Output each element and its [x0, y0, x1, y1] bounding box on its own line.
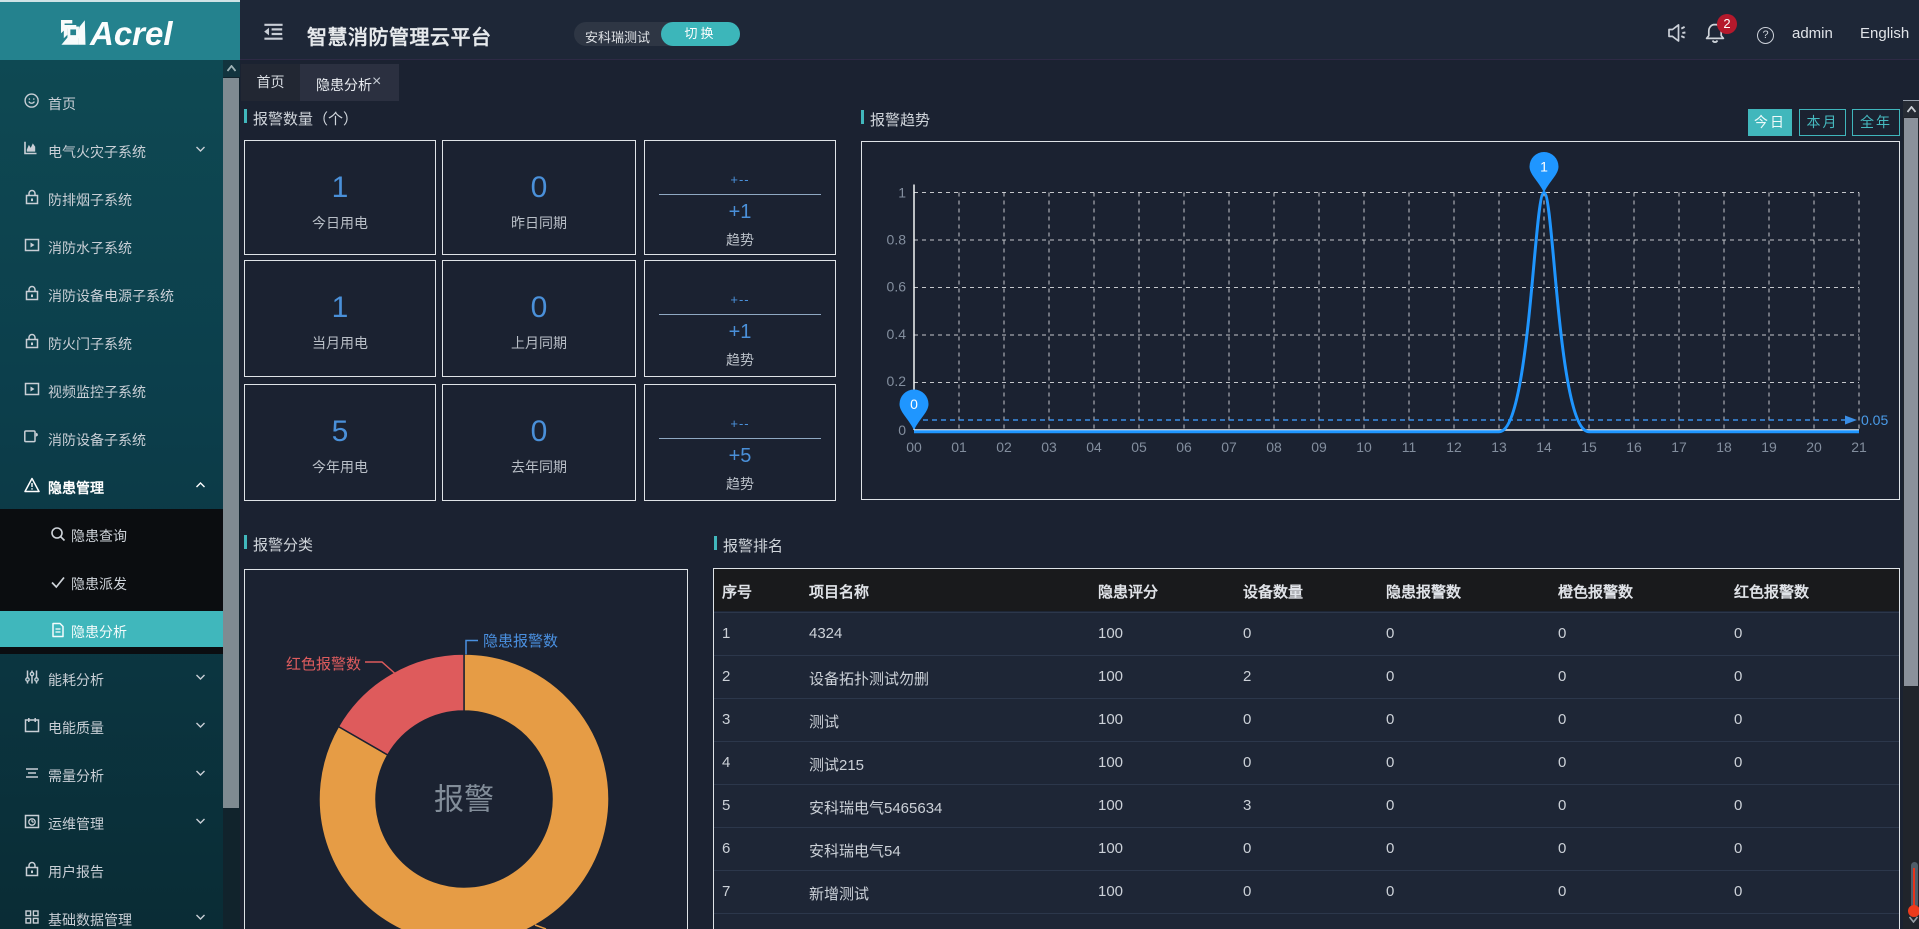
svg-text:报警: 报警	[434, 784, 494, 817]
svg-text:11: 11	[1402, 439, 1417, 455]
svg-text:02: 02	[996, 439, 1012, 455]
svg-text:0.8: 0.8	[887, 232, 907, 248]
svg-text:1: 1	[898, 185, 906, 201]
svg-text:19: 19	[1761, 439, 1777, 455]
svg-text:09: 09	[1311, 439, 1327, 455]
svg-text:0: 0	[910, 396, 918, 412]
svg-text:0.6: 0.6	[887, 279, 907, 295]
svg-text:红色报警数: 红色报警数	[286, 656, 361, 673]
svg-text:13: 13	[1491, 439, 1507, 455]
svg-text:18: 18	[1716, 439, 1732, 455]
svg-text:0.2: 0.2	[887, 373, 907, 389]
svg-text:15: 15	[1581, 439, 1597, 455]
svg-text:08: 08	[1266, 439, 1282, 455]
svg-text:05: 05	[1131, 439, 1147, 455]
svg-text:17: 17	[1671, 439, 1687, 455]
svg-text:07: 07	[1221, 439, 1237, 455]
svg-text:14: 14	[1536, 439, 1552, 455]
svg-text:0: 0	[898, 422, 906, 438]
svg-text:1: 1	[1540, 159, 1548, 175]
svg-text:10: 10	[1356, 439, 1372, 455]
svg-text:01: 01	[951, 439, 967, 455]
svg-text:00: 00	[906, 439, 922, 455]
svg-text:06: 06	[1176, 439, 1192, 455]
svg-text:04: 04	[1086, 439, 1102, 455]
svg-text:03: 03	[1041, 439, 1057, 455]
svg-text:21: 21	[1851, 439, 1867, 455]
svg-text:隐患报警数: 隐患报警数	[483, 633, 558, 650]
svg-text:16: 16	[1626, 439, 1642, 455]
svg-text:20: 20	[1806, 439, 1822, 455]
svg-text:0.4: 0.4	[887, 326, 907, 342]
svg-text:12: 12	[1446, 439, 1462, 455]
svg-text:0.05: 0.05	[1861, 412, 1888, 428]
